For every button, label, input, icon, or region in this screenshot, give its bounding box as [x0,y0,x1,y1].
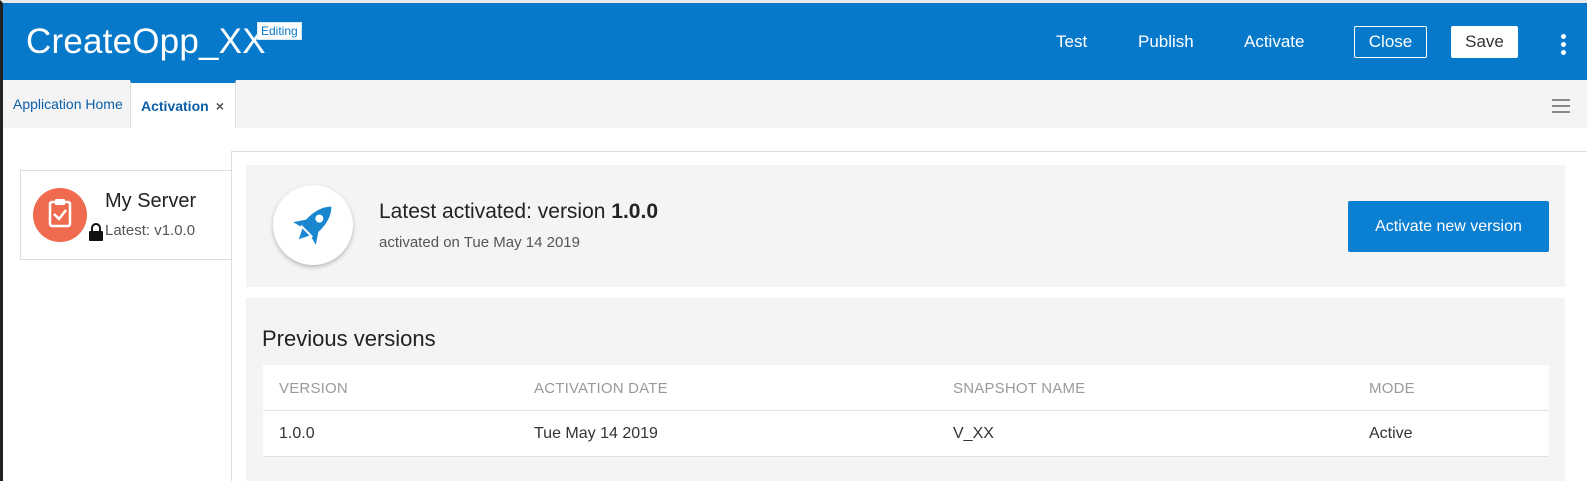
close-tab-icon[interactable]: × [216,98,224,114]
latest-activation-panel: Latest activated: version 1.0.0 activate… [246,165,1565,287]
previous-versions-title: Previous versions [262,326,436,351]
table-header: VERSION ACTIVATION DATE SNAPSHOT NAME MO… [263,365,1549,411]
more-options-icon[interactable] [1561,34,1567,55]
save-button[interactable]: Save [1451,26,1518,58]
activation-date-text: activated on Tue May 14 2019 [379,234,580,251]
tab-activation-label: Activation [141,97,209,114]
hamburger-menu-icon[interactable] [1552,99,1570,113]
close-button[interactable]: Close [1354,26,1427,58]
cell-version: 1.0.0 [279,425,315,442]
app-title: CreateOpp_XX [26,22,266,61]
publish-link[interactable]: Publish [1138,32,1194,52]
content-divider [231,151,1587,152]
table-row[interactable]: 1.0.0 Tue May 14 2019 V_XX Active [263,411,1549,457]
cell-activation-date: Tue May 14 2019 [534,425,658,442]
test-link[interactable]: Test [1056,32,1087,52]
column-header-activation-date[interactable]: ACTIVATION DATE [534,380,668,397]
column-header-snapshot-name[interactable]: SNAPSHOT NAME [953,380,1085,397]
server-latest-version: Latest: v1.0.0 [105,222,196,239]
cell-mode: Active [1369,425,1413,442]
server-name: My Server [105,190,197,212]
server-card[interactable]: My Server Latest: v1.0.0 [20,170,232,260]
editing-badge: Editing [257,22,302,40]
tab-application-home[interactable]: Application Home [13,80,123,128]
lock-icon [88,223,104,246]
activate-link[interactable]: Activate [1244,32,1304,52]
previous-versions-panel: Previous versions VERSION ACTIVATION DAT… [246,298,1565,481]
latest-activated-title: Latest activated: version 1.0.0 [379,200,658,224]
tab-activation[interactable]: Activation × [130,80,236,128]
clipboard-check-icon [33,188,87,242]
cell-snapshot-name: V_XX [953,425,994,442]
latest-title-prefix: Latest activated: version [379,200,612,223]
activate-new-version-button[interactable]: Activate new version [1348,201,1549,252]
versions-table: VERSION ACTIVATION DATE SNAPSHOT NAME MO… [263,365,1549,457]
app-header: CreateOpp_XX Editing Test Publish Activa… [3,3,1587,80]
column-header-version[interactable]: VERSION [279,380,348,397]
tab-strip: Application Home Activation × [3,80,1587,128]
rocket-icon [273,185,353,265]
column-header-mode[interactable]: MODE [1369,380,1415,397]
latest-version: 1.0.0 [611,200,659,223]
